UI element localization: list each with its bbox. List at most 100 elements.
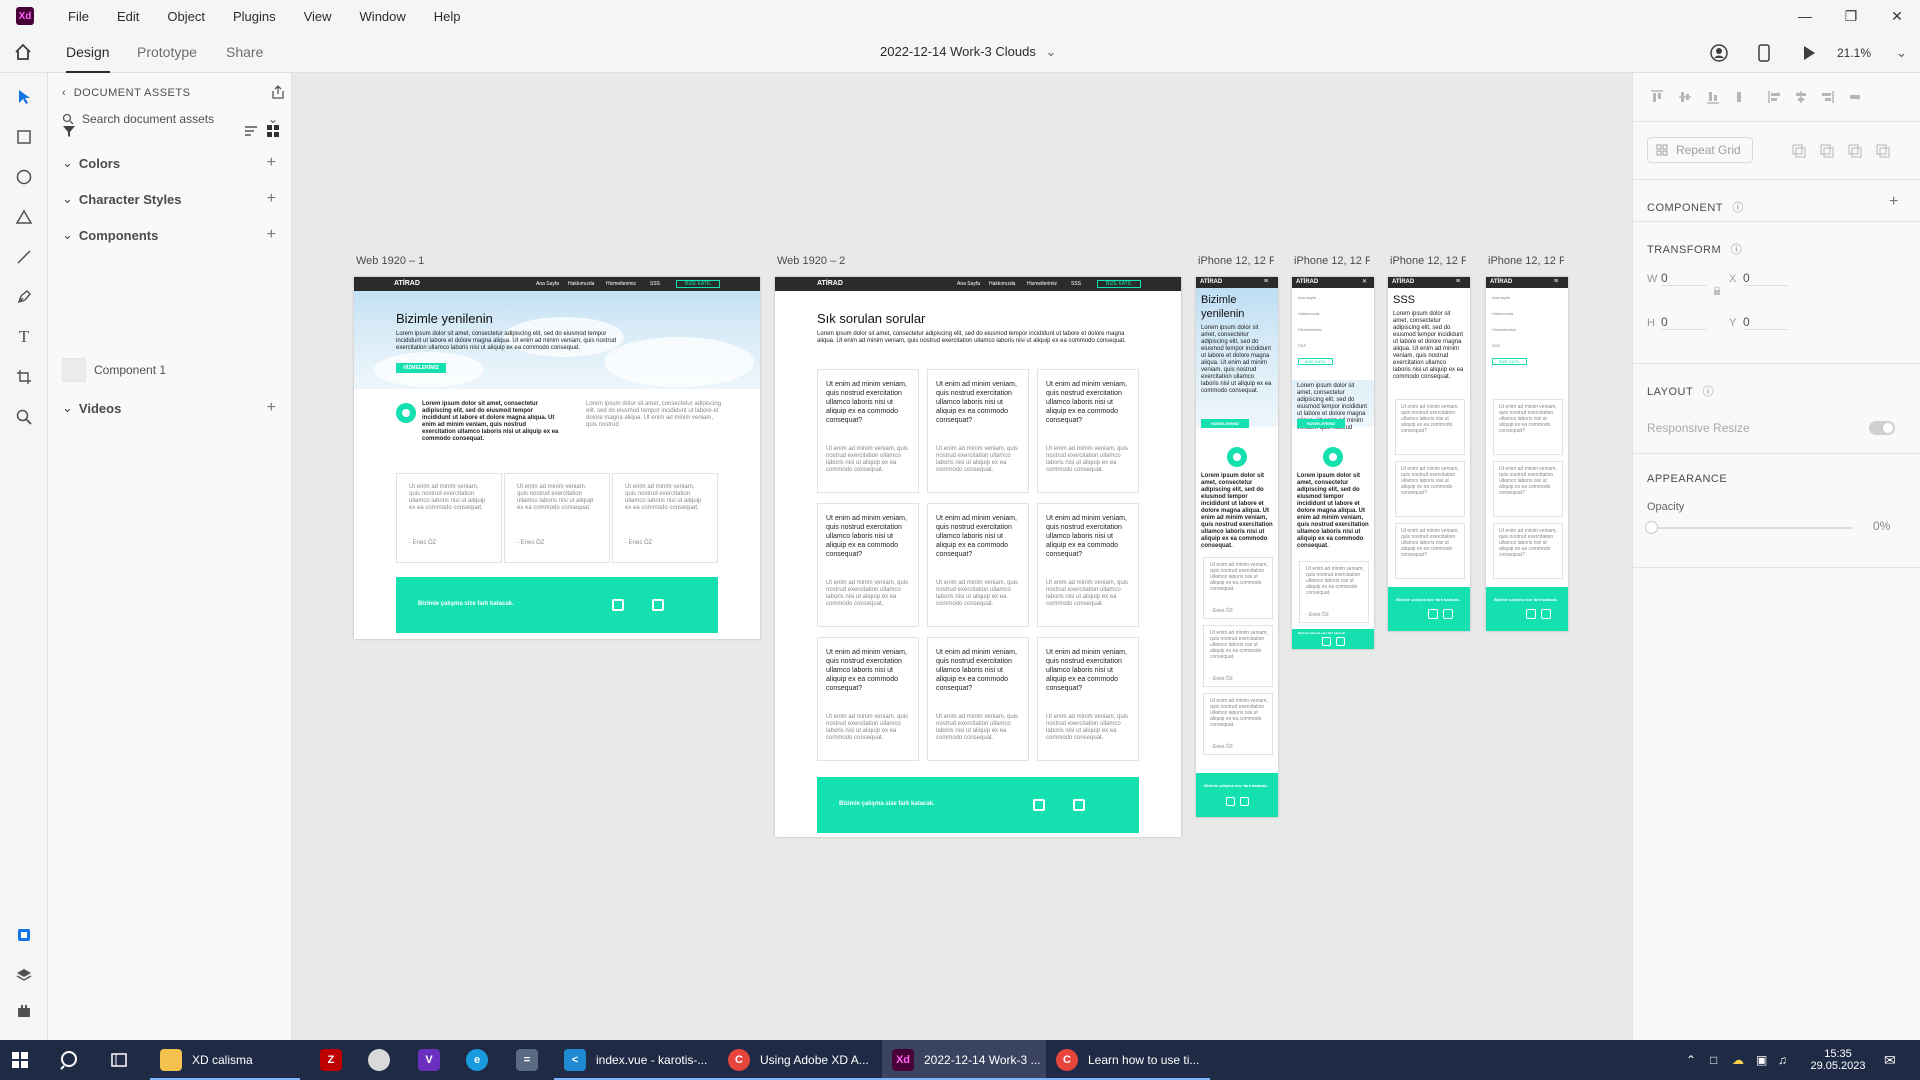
filter-icon[interactable] — [62, 124, 76, 138]
artboard-iphone-menu[interactable]: ATİRAD ✕ Ana sayfa Hakkımızda Hizmetleri… — [1292, 277, 1374, 649]
distribute-horizontal-icon[interactable] — [1847, 89, 1863, 105]
notifications-icon[interactable]: ✉ — [1884, 1040, 1896, 1080]
device-preview-icon[interactable] — [1757, 32, 1771, 73]
lock-icon[interactable] — [1713, 286, 1721, 296]
boolean-subtract-icon[interactable] — [1847, 143, 1863, 159]
grid-view-icon[interactable] — [266, 124, 280, 138]
menu-window[interactable]: Window — [346, 9, 420, 24]
width-field[interactable]: 0 — [1661, 271, 1707, 286]
add-color-icon[interactable]: + — [267, 154, 276, 172]
taskbar-item-xd[interactable]: Xd 2022-12-14 Work-3 ... — [882, 1040, 1046, 1080]
add-character-style-icon[interactable]: + — [267, 190, 276, 208]
ellipse-tool-icon[interactable] — [12, 165, 36, 189]
component-1-label[interactable]: Component 1 — [94, 363, 166, 377]
videos-section[interactable]: ⌄ Videos + — [62, 399, 276, 417]
minimize-icon[interactable]: — — [1782, 0, 1828, 32]
chevron-up-icon[interactable]: ⌃ — [1686, 1040, 1696, 1080]
design-canvas[interactable]: Web 1920 – 1 ATİRAD Ana Sayfa Hakkımızda… — [292, 73, 1632, 1040]
info-icon[interactable]: ⓘ — [1731, 244, 1743, 256]
artboard-iphone-home[interactable]: ATİRAD ≡ Bizimle yenilenin Lorem ipsum d… — [1196, 277, 1278, 817]
opacity-field[interactable]: 0% — [1873, 519, 1890, 533]
search-icon[interactable] — [60, 1040, 80, 1080]
clock[interactable]: 15:35 29.05.2023 — [1806, 1040, 1870, 1080]
assets-panel-icon[interactable] — [12, 923, 36, 947]
export-icon[interactable] — [270, 84, 286, 100]
character-styles-section[interactable]: ⌄ Character Styles + — [62, 190, 276, 208]
task-view-icon[interactable] — [110, 1040, 128, 1080]
text-tool-icon[interactable]: T — [12, 325, 36, 349]
artboard-label-iphone-1[interactable]: iPhone 12, 12 P... — [1198, 255, 1274, 267]
artboard-label-iphone-2[interactable]: iPhone 12, 12 P... — [1294, 255, 1370, 267]
artboard-label-web1[interactable]: Web 1920 – 1 — [356, 255, 424, 267]
mask-icon[interactable] — [1791, 143, 1807, 159]
paint-icon[interactable] — [368, 1040, 390, 1080]
align-left-icon[interactable] — [1767, 89, 1783, 105]
polygon-tool-icon[interactable] — [12, 205, 36, 229]
boolean-add-icon[interactable] — [1819, 143, 1835, 159]
artboard-iphone-faq-menu[interactable]: ATİRAD ≡ Ana sayfa Hakkımızda Hizmetleri… — [1486, 277, 1568, 631]
plugins-panel-icon[interactable] — [12, 999, 36, 1023]
chevron-left-icon[interactable]: ‹ — [62, 87, 66, 99]
component-thumbnail[interactable] — [62, 358, 86, 382]
boolean-intersect-icon[interactable] — [1875, 143, 1891, 159]
user-icon[interactable] — [1710, 32, 1728, 73]
network-icon[interactable]: ▣ — [1756, 1040, 1767, 1080]
pen-tool-icon[interactable] — [12, 285, 36, 309]
menu-plugins[interactable]: Plugins — [219, 9, 290, 24]
y-field[interactable]: 0 — [1743, 315, 1789, 330]
align-right-icon[interactable] — [1819, 89, 1835, 105]
rectangle-tool-icon[interactable] — [12, 125, 36, 149]
calculator-icon[interactable]: = — [516, 1040, 538, 1080]
play-icon[interactable] — [1802, 32, 1816, 73]
filezilla-icon[interactable]: Z — [320, 1040, 342, 1080]
menu-file[interactable]: File — [54, 9, 103, 24]
x-field[interactable]: 0 — [1743, 271, 1789, 286]
tab-design[interactable]: Design — [66, 32, 110, 73]
align-bottom-icon[interactable] — [1705, 89, 1721, 105]
taskbar-item-vscode[interactable]: < index.vue - karotis-... — [554, 1040, 718, 1080]
weather-icon[interactable]: ☁ — [1732, 1040, 1744, 1080]
artboard-iphone-faq[interactable]: ATİRAD ≡ SSS Lorem ipsum dolor sit amet,… — [1388, 277, 1470, 631]
add-component-icon[interactable]: + — [267, 226, 276, 244]
tab-prototype[interactable]: Prototype — [137, 32, 197, 73]
document-title[interactable]: 2022-12-14 Work-3 Clouds ⌄ — [880, 32, 1056, 73]
menu-edit[interactable]: Edit — [103, 9, 153, 24]
info-icon[interactable]: ⓘ — [1732, 202, 1744, 214]
artboard-label-iphone-3[interactable]: iPhone 12, 12 P... — [1390, 255, 1466, 267]
align-middle-icon[interactable] — [1677, 89, 1693, 105]
zoom-tool-icon[interactable] — [12, 405, 36, 429]
tray-icon[interactable]: □ — [1710, 1040, 1717, 1080]
edge-icon[interactable]: e — [466, 1040, 488, 1080]
zoom-level[interactable]: 21.1% — [1837, 32, 1871, 73]
start-icon[interactable] — [12, 1040, 28, 1080]
artboard-label-iphone-4[interactable]: iPhone 12, 12 P... — [1488, 255, 1564, 267]
opacity-slider-handle[interactable] — [1645, 521, 1658, 534]
search-input[interactable]: Search document assets — [82, 112, 214, 126]
layers-panel-icon[interactable] — [12, 963, 36, 987]
components-section[interactable]: ⌄ Components + — [62, 226, 276, 244]
responsive-resize-toggle[interactable] — [1869, 421, 1895, 435]
menu-object[interactable]: Object — [153, 9, 219, 24]
height-field[interactable]: 0 — [1661, 315, 1707, 330]
zoom-chevron-icon[interactable]: ⌄ — [1896, 32, 1907, 73]
restore-icon[interactable]: ❐ — [1828, 0, 1874, 32]
align-center-icon[interactable] — [1793, 89, 1809, 105]
home-icon[interactable] — [14, 43, 32, 61]
select-tool-icon[interactable] — [12, 85, 36, 109]
artboard-tool-icon[interactable] — [12, 365, 36, 389]
align-top-icon[interactable] — [1649, 89, 1665, 105]
taskbar-item-chrome-2[interactable]: C Learn how to use ti... — [1046, 1040, 1210, 1080]
visual-studio-icon[interactable]: V — [418, 1040, 440, 1080]
assets-header[interactable]: ‹ DOCUMENT ASSETS — [62, 87, 190, 99]
taskbar-item-explorer[interactable]: XD calisma — [150, 1040, 300, 1080]
add-component-icon[interactable]: + — [1889, 193, 1898, 211]
taskbar-item-chrome-1[interactable]: C Using Adobe XD A... — [718, 1040, 882, 1080]
info-icon[interactable]: ⓘ — [1703, 386, 1715, 398]
menu-view[interactable]: View — [290, 9, 346, 24]
volume-icon[interactable]: ♫ — [1778, 1040, 1787, 1080]
artboard-web-1[interactable]: ATİRAD Ana Sayfa Hakkımızda Hizmetlerimi… — [354, 277, 760, 639]
add-video-icon[interactable]: + — [267, 399, 276, 417]
colors-section[interactable]: ⌄ Colors + — [62, 154, 276, 172]
list-view-icon[interactable] — [244, 124, 258, 138]
artboard-label-web2[interactable]: Web 1920 – 2 — [777, 255, 845, 267]
